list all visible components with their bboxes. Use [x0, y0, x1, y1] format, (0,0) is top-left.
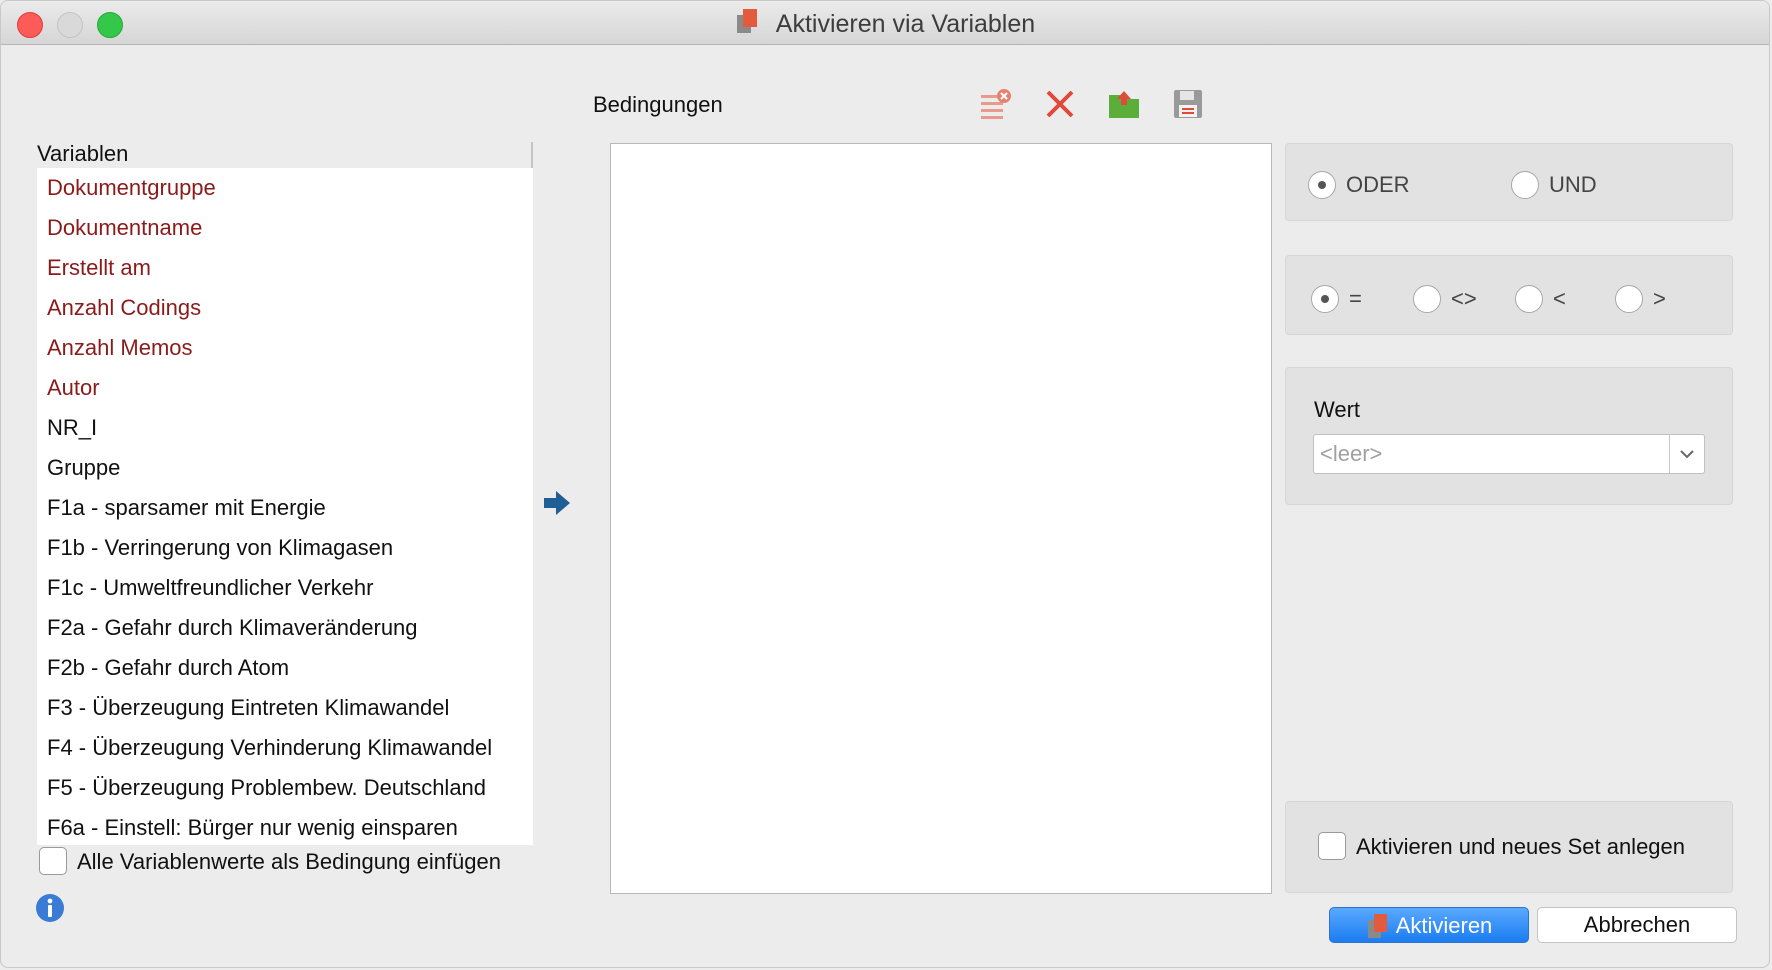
variable-list-item[interactable]: F6a - Einstell: Bürger nur wenig einspar…	[37, 808, 533, 845]
clear-list-icon[interactable]	[979, 87, 1013, 121]
insert-all-checkbox[interactable]	[39, 847, 67, 875]
variable-list-item[interactable]: NR_I	[37, 408, 533, 448]
conditions-label: Bedingungen	[593, 92, 723, 117]
variables-header-label: Variablen	[37, 141, 129, 166]
variable-list-item[interactable]: F2b - Gefahr durch Atom	[37, 648, 533, 688]
variable-list-item[interactable]: F4 - Überzeugung Verhinderung Klimawande…	[37, 728, 533, 768]
variable-list-item[interactable]: Anzahl Codings	[37, 288, 533, 328]
radio-oder-label: ODER	[1346, 172, 1410, 197]
radio-oder[interactable]: ODER	[1308, 171, 1410, 199]
variable-list-item[interactable]: Autor	[37, 368, 533, 408]
conditions-list[interactable]	[610, 143, 1272, 894]
delete-condition-icon[interactable]	[1043, 87, 1077, 121]
radio-und-circle[interactable]	[1511, 171, 1539, 199]
radio-greater-than-circle[interactable]	[1615, 285, 1643, 313]
dialog-window: Aktivieren via Variablen Variablen Dokum…	[0, 0, 1770, 968]
radio-und[interactable]: UND	[1511, 171, 1597, 199]
chevron-down-icon	[1680, 450, 1694, 459]
add-condition-arrow-icon[interactable]	[542, 489, 572, 517]
column-divider	[531, 142, 533, 168]
variable-list-item[interactable]: Erstellt am	[37, 248, 533, 288]
variable-list-item[interactable]: Dokumentgruppe	[37, 168, 533, 208]
activate-button-label: Aktivieren	[1395, 913, 1493, 939]
variables-list[interactable]: Dokumentgruppe Dokumentname Erstellt am Anz…	[37, 168, 533, 845]
info-icon[interactable]	[34, 892, 66, 924]
value-dropdown-button[interactable]	[1669, 435, 1704, 473]
variable-list-item[interactable]: Dokumentname	[37, 208, 533, 248]
variables-column-header[interactable]: Variablen	[37, 140, 533, 168]
radio-equal-circle[interactable]	[1311, 285, 1339, 313]
variable-list-item[interactable]: F1c - Umweltfreundlicher Verkehr	[37, 568, 533, 608]
open-conditions-icon[interactable]	[1107, 87, 1141, 121]
activate-button[interactable]: Aktivieren	[1329, 907, 1529, 943]
radio-less-than-label: <	[1553, 286, 1566, 311]
value-combobox[interactable]: <leer>	[1313, 434, 1705, 474]
cancel-button[interactable]: Abbrechen	[1537, 907, 1737, 943]
app-icon	[735, 7, 761, 42]
value-input[interactable]: <leer>	[1320, 441, 1382, 467]
variable-list-item[interactable]: F2a - Gefahr durch Klimaveränderung	[37, 608, 533, 648]
radio-und-label: UND	[1549, 172, 1597, 197]
variable-list-item[interactable]: F1a - sparsamer mit Energie	[37, 488, 533, 528]
new-set-label: Aktivieren und neues Set anlegen	[1356, 834, 1686, 859]
radio-oder-circle[interactable]	[1308, 171, 1336, 199]
value-label: Wert	[1314, 397, 1361, 422]
variable-list-item[interactable]: Anzahl Memos	[37, 328, 533, 368]
variable-list-item[interactable]: F3 - Überzeugung Eintreten Klimawandel	[37, 688, 533, 728]
title-bar: Aktivieren via Variablen	[1, 1, 1769, 45]
radio-less-than[interactable]: <	[1515, 285, 1566, 313]
insert-all-label: Alle Variablenwerte als Bedingung einfüg…	[77, 849, 501, 874]
variable-list-item[interactable]: Gruppe	[37, 448, 533, 488]
radio-greater-than-label: >	[1653, 286, 1666, 311]
radio-greater-than[interactable]: >	[1615, 285, 1666, 313]
variable-list-item[interactable]: F5 - Überzeugung Problembew. Deutschland	[37, 768, 533, 808]
activate-app-icon	[1367, 914, 1387, 939]
radio-equal[interactable]: =	[1311, 285, 1362, 313]
save-conditions-icon[interactable]	[1171, 87, 1205, 121]
variable-list-item[interactable]: F1b - Verringerung von Klimagasen	[37, 528, 533, 568]
cancel-button-label: Abbrechen	[1583, 912, 1691, 937]
radio-not-equal[interactable]: <>	[1413, 285, 1477, 313]
radio-less-than-circle[interactable]	[1515, 285, 1543, 313]
radio-equal-label: =	[1349, 286, 1362, 311]
window-title: Aktivieren via Variablen	[775, 10, 1036, 38]
new-set-checkbox[interactable]	[1318, 832, 1346, 860]
radio-not-equal-circle[interactable]	[1413, 285, 1441, 313]
radio-not-equal-label: <>	[1451, 286, 1477, 311]
window-title-area: Aktivieren via Variablen	[1, 7, 1769, 42]
